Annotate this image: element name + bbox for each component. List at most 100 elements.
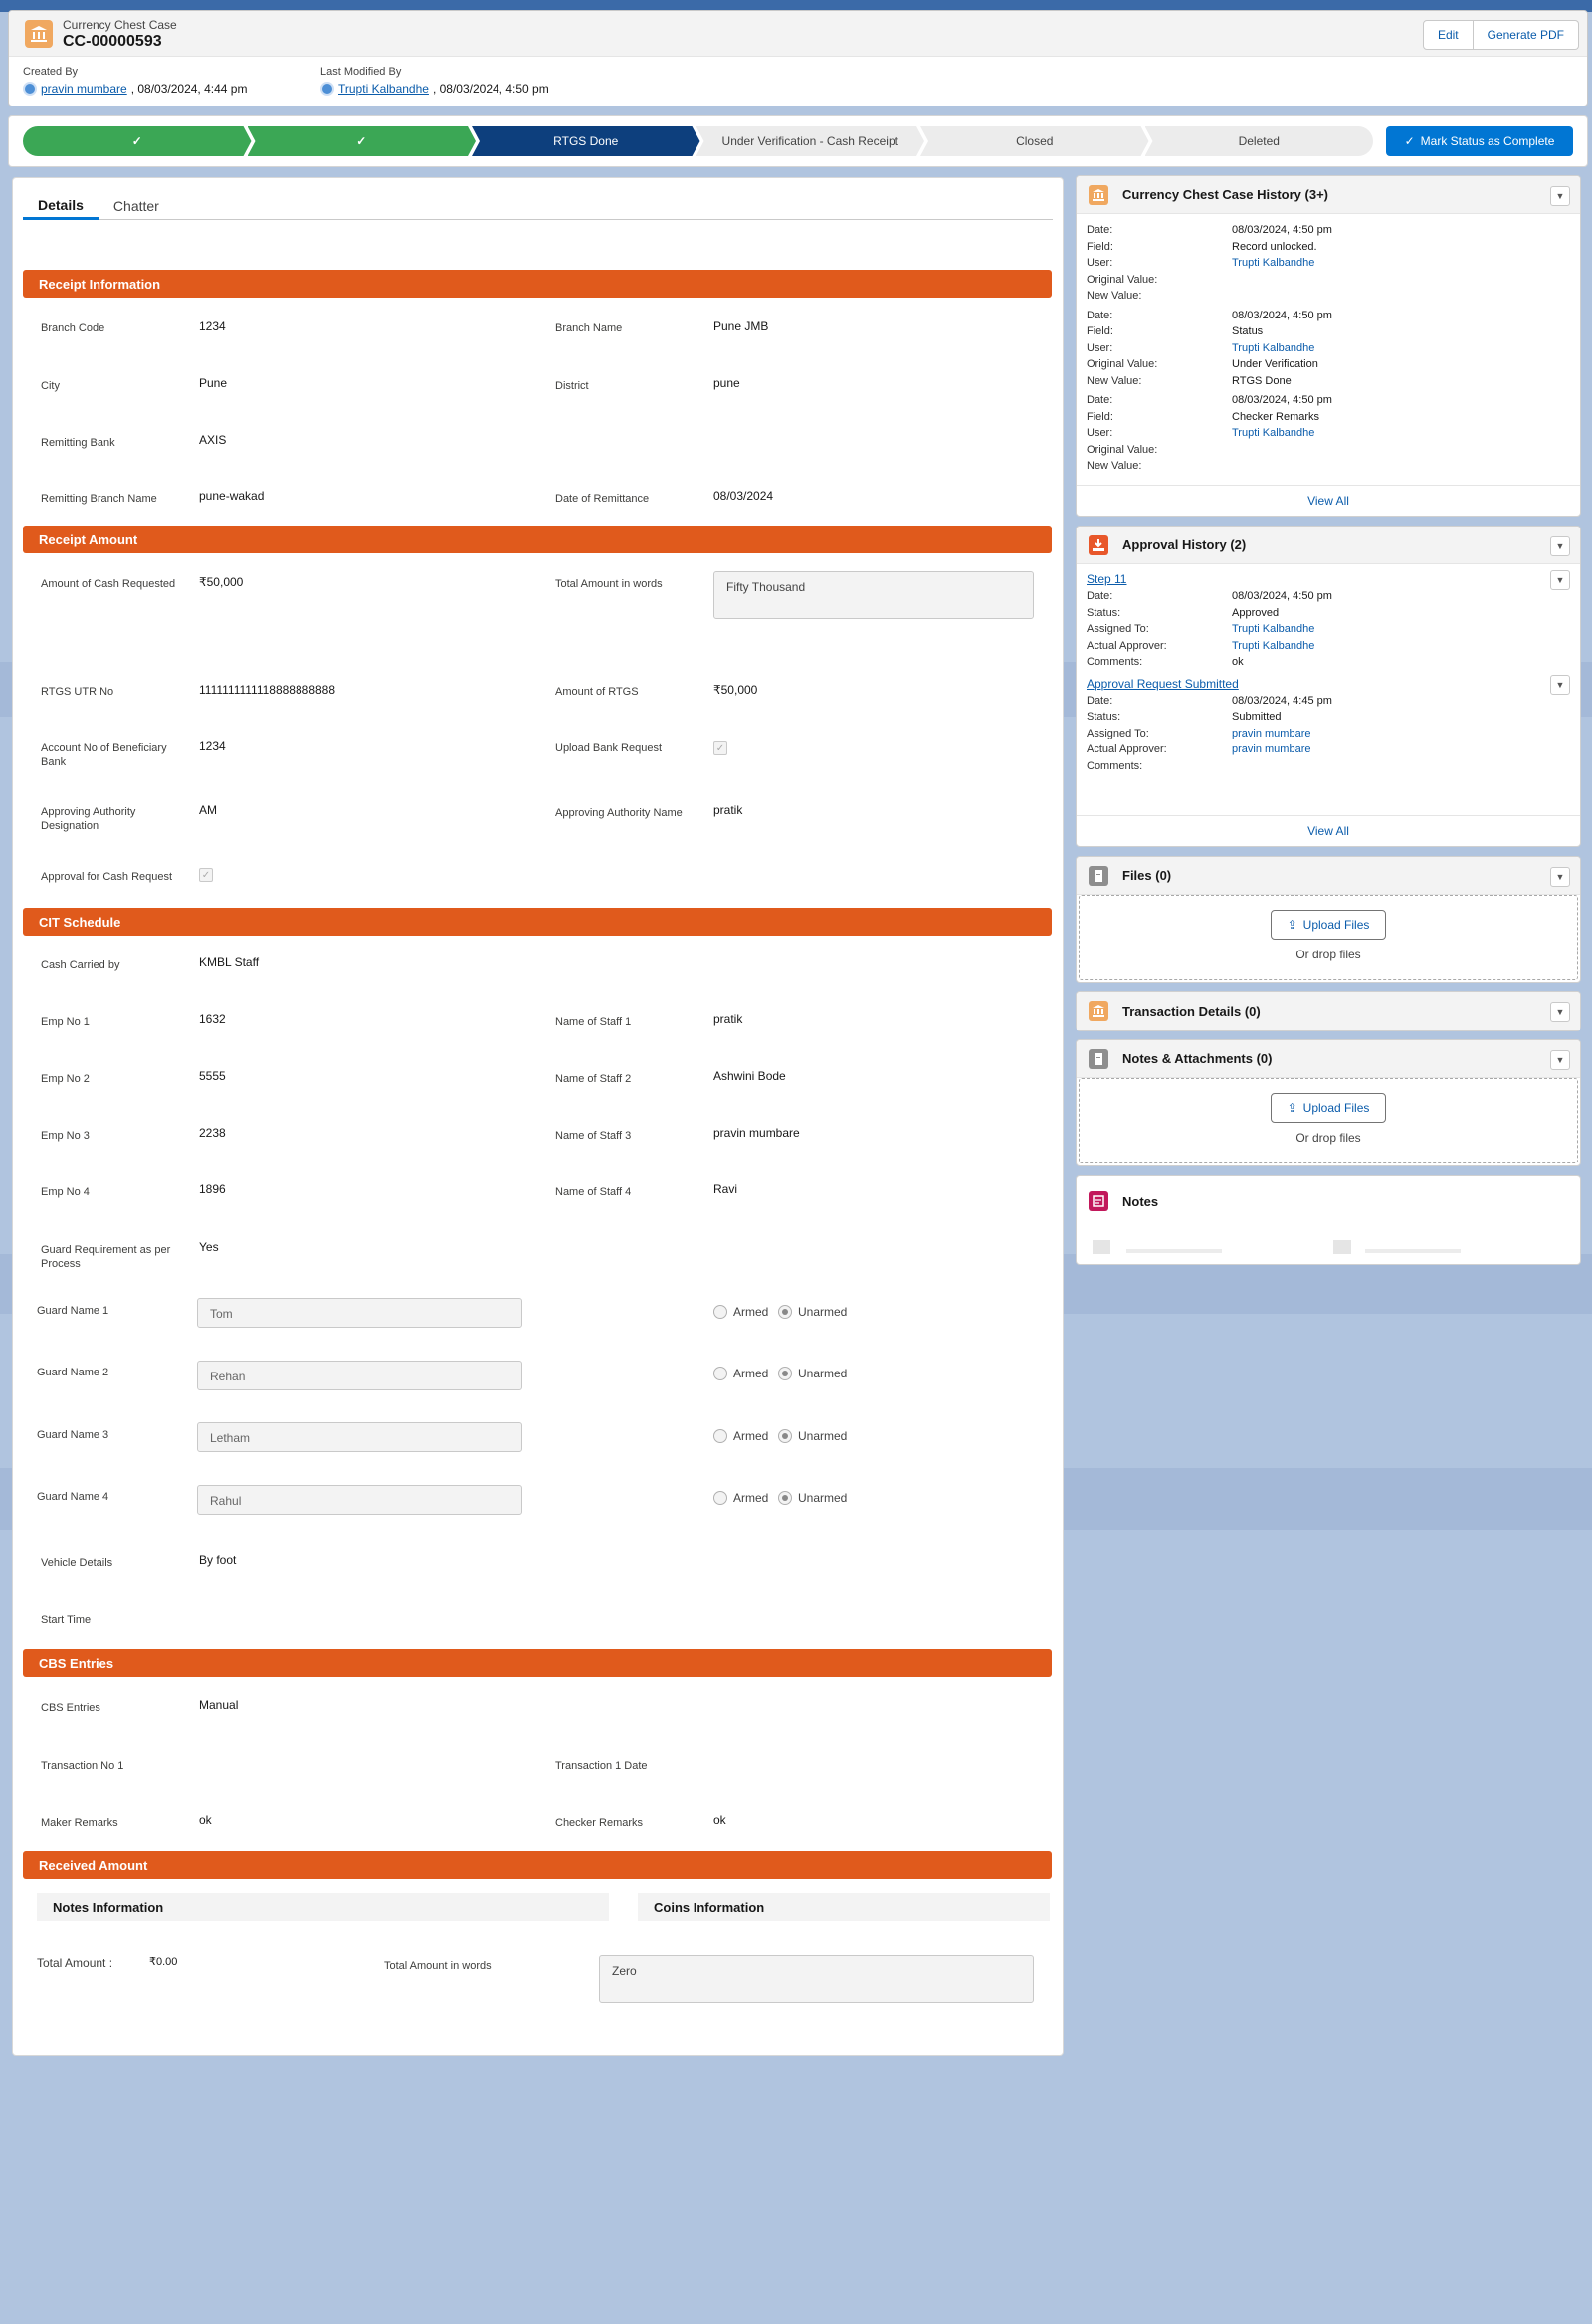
approval-history-title[interactable]: Approval History (2)	[1122, 537, 1246, 552]
chevron-down-icon[interactable]: ▼	[1550, 1050, 1570, 1070]
approval-view-all-link[interactable]: View All	[1077, 815, 1580, 838]
generate-pdf-button[interactable]: Generate PDF	[1473, 20, 1579, 50]
history-field-label: Date:	[1087, 224, 1113, 236]
approval-step-link[interactable]: Approval Request Submitted	[1087, 677, 1570, 691]
branch-code-label: Branch Code	[41, 322, 105, 334]
placeholder-block	[1093, 1240, 1110, 1254]
notes-title[interactable]: Notes	[1122, 1194, 1158, 1209]
approval-field-label: Comments:	[1087, 656, 1143, 668]
history-field-label: Date:	[1087, 394, 1113, 406]
guard-name-input[interactable]: Rehan	[197, 1361, 522, 1390]
files-dropzone[interactable]: ⇪ Upload Files Or drop files	[1079, 895, 1578, 980]
history-field-label: User:	[1087, 427, 1113, 439]
approval-user-link[interactable]: Trupti Kalbandhe	[1232, 638, 1314, 655]
record-header: Currency Chest Case CC-00000593 Edit Gen…	[8, 10, 1588, 106]
total-amount-value: ₹0.00	[149, 1956, 178, 1968]
unarmed-radio[interactable]: Unarmed	[778, 1491, 847, 1505]
history-user-link[interactable]: Trupti Kalbandhe	[1232, 340, 1314, 357]
transaction-details-title[interactable]: Transaction Details (0)	[1122, 1004, 1261, 1019]
section-receipt-amount[interactable]: Receipt Amount	[23, 526, 1052, 553]
branch-name-label: Branch Name	[555, 322, 623, 334]
history-list: Date: 08/03/2024, 4:50 pm Field: Record unl…	[1077, 214, 1580, 486]
chevron-down-icon[interactable]: ▼	[1550, 1002, 1570, 1022]
upload-icon: ⇪	[1287, 1101, 1297, 1115]
notes-dropzone[interactable]: ⇪ Upload Files Or drop files	[1079, 1078, 1578, 1163]
created-by-user-link[interactable]: pravin mumbare	[41, 82, 127, 96]
date-of-remittance-value: 08/03/2024	[713, 489, 774, 503]
tab-chatter[interactable]: Chatter	[99, 192, 174, 220]
mark-status-complete-button[interactable]: ✓ Mark Status as Complete	[1386, 126, 1573, 156]
history-user-link[interactable]: Trupti Kalbandhe	[1232, 425, 1314, 442]
chevron-down-icon[interactable]: ▼	[1550, 570, 1570, 590]
received-words-textarea[interactable]: Zero	[599, 1955, 1034, 2003]
section-cit-schedule[interactable]: CIT Schedule	[23, 908, 1052, 936]
section-cbs-entries[interactable]: CBS Entries	[23, 1649, 1052, 1677]
upload-files-button[interactable]: ⇪ Upload Files	[1270, 1093, 1387, 1123]
armed-radio[interactable]: Armed	[713, 1491, 768, 1505]
approval-field-value: Approved	[1232, 606, 1280, 619]
approval-user-link[interactable]: pravin mumbare	[1232, 741, 1310, 758]
chevron-down-icon[interactable]: ▼	[1550, 867, 1570, 887]
auth-designation-value: AM	[199, 803, 217, 817]
armed-radio[interactable]: Armed	[713, 1367, 768, 1380]
path-step[interactable]: Deleted	[1144, 126, 1373, 156]
modified-by-user-link[interactable]: Trupti Kalbandhe	[338, 82, 429, 96]
history-entry: Date: 08/03/2024, 4:50 pm Field: Record unl…	[1087, 222, 1570, 305]
last-modified-by: Last Modified By Trupti Kalbandhe , 08/0…	[320, 66, 549, 96]
path-step[interactable]: ✓	[248, 126, 477, 156]
guard-name-input[interactable]: Rahul	[197, 1485, 522, 1515]
guard-name-input[interactable]: Letham	[197, 1422, 522, 1452]
chevron-down-icon[interactable]: ▼	[1550, 536, 1570, 556]
path-step[interactable]: ✓	[23, 126, 252, 156]
staff-name-label: Name of Staff 2	[555, 1073, 632, 1085]
tab-details[interactable]: Details	[23, 192, 99, 220]
file-icon	[1089, 866, 1108, 886]
files-title[interactable]: Files (0)	[1122, 868, 1171, 883]
history-title[interactable]: Currency Chest Case History (3+)	[1122, 187, 1328, 202]
unarmed-radio[interactable]: Unarmed	[778, 1305, 847, 1319]
approval-history-card: Approval History (2) ▼ Step 11 ▼ Date: 08/0…	[1076, 526, 1581, 847]
total-words-textarea[interactable]: Fifty Thousand	[713, 571, 1034, 619]
chevron-down-icon[interactable]: ▼	[1550, 674, 1570, 695]
history-entry: Date: 08/03/2024, 4:50 pm Field: Checker Re…	[1087, 392, 1570, 475]
transaction-no-label: Transaction No 1	[41, 1760, 124, 1772]
notes-icon	[1089, 1191, 1108, 1211]
section-receipt-information[interactable]: Receipt Information	[23, 270, 1052, 298]
upload-files-button[interactable]: ⇪ Upload Files	[1270, 910, 1387, 940]
path-step[interactable]: Under Verification - Cash Receipt	[696, 126, 925, 156]
section-received-amount[interactable]: Received Amount	[23, 1851, 1052, 1879]
approval-field-label: Comments:	[1087, 759, 1143, 772]
armed-radio[interactable]: Armed	[713, 1429, 768, 1443]
history-field-label: New Value:	[1087, 374, 1142, 387]
placeholder-line	[1365, 1249, 1461, 1253]
approval-step: Step 11 ▼ Date: 08/03/2024, 4:50 pm Status: A…	[1087, 570, 1570, 671]
upload-bank-checkbox[interactable]: ✓	[713, 741, 727, 755]
unarmed-radio[interactable]: Unarmed	[778, 1429, 847, 1443]
approval-field-value: Submitted	[1232, 711, 1282, 723]
unarmed-radio[interactable]: Unarmed	[778, 1367, 847, 1380]
approval-step-link[interactable]: Step 11	[1087, 572, 1570, 586]
path-step[interactable]: RTGS Done	[472, 126, 700, 156]
approval-user-link[interactable]: pravin mumbare	[1232, 726, 1310, 742]
approval-cash-checkbox[interactable]: ✓	[199, 868, 213, 882]
district-value: pune	[713, 376, 740, 390]
history-field-value: Record unlocked.	[1232, 240, 1317, 253]
history-user-link[interactable]: Trupti Kalbandhe	[1232, 255, 1314, 272]
chevron-down-icon[interactable]: ▼	[1550, 186, 1570, 206]
approval-user-link[interactable]: Trupti Kalbandhe	[1232, 621, 1314, 638]
auth-designation-label: Approving Authority Designation	[41, 806, 136, 832]
history-view-all-link[interactable]: View All	[1077, 485, 1580, 508]
notes-attachments-title[interactable]: Notes & Attachments (0)	[1122, 1051, 1272, 1066]
guard-name-input[interactable]: Tom	[197, 1298, 522, 1328]
account-label: Account No of Beneficiary Bank	[41, 742, 167, 768]
edit-button[interactable]: Edit	[1422, 20, 1474, 50]
account-value: 1234	[199, 739, 226, 753]
path-step[interactable]: Closed	[920, 126, 1149, 156]
maker-remarks-value: ok	[199, 1813, 212, 1827]
branch-name-value: Pune JMB	[713, 319, 769, 333]
armed-radio[interactable]: Armed	[713, 1305, 768, 1319]
approval-field-value: ok	[1232, 656, 1244, 668]
emp-no-label: Emp No 2	[41, 1073, 90, 1085]
history-field-label: Original Value:	[1087, 358, 1158, 370]
notes-card: Notes	[1076, 1175, 1581, 1265]
